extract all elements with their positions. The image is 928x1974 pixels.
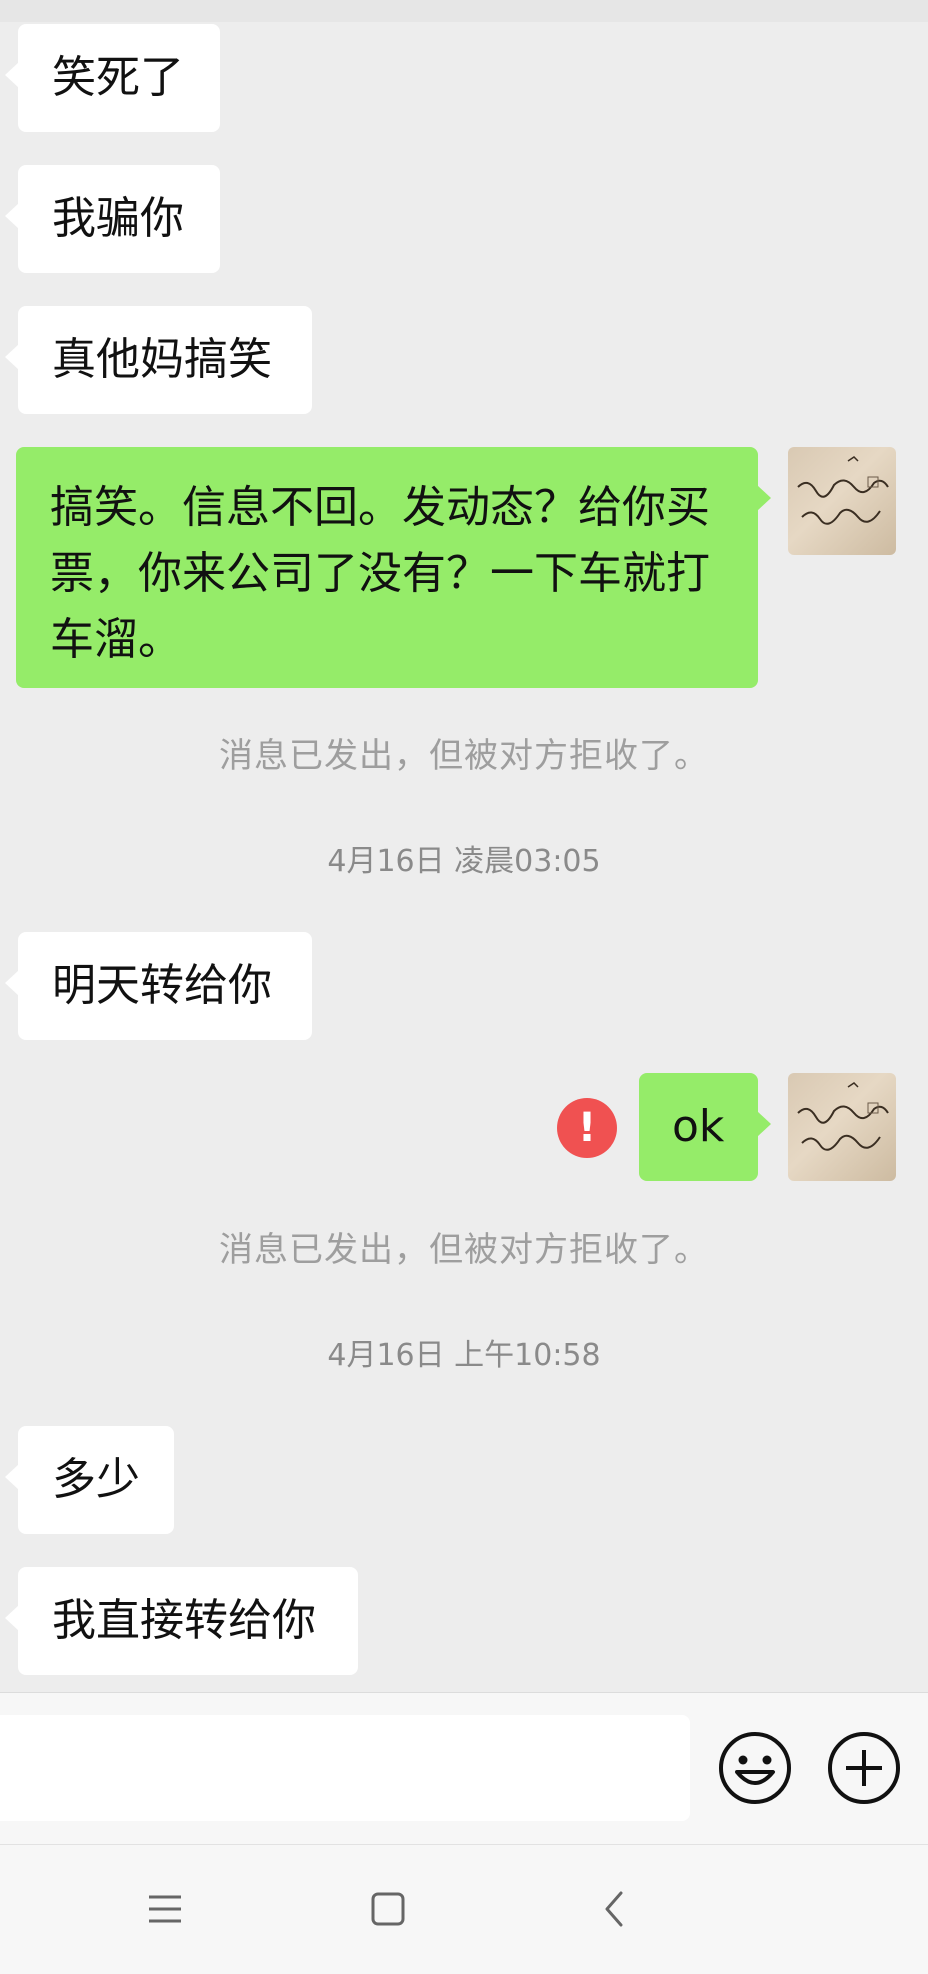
- message-bubble-incoming[interactable]: 我直接转给你: [5, 1567, 358, 1675]
- smiley-icon[interactable]: [717, 1730, 793, 1806]
- message-bubble-incoming[interactable]: 多少: [5, 1426, 174, 1534]
- message-bubble-outgoing[interactable]: 搞笑。信息不回。发动态？给你买票，你来公司了没有？一下车就打车溜。: [16, 447, 771, 688]
- my-avatar[interactable]: [788, 447, 896, 555]
- back-chevron-icon[interactable]: [585, 1879, 645, 1939]
- message-list[interactable]: 笑死了 我骗你 真他妈搞笑 搞笑。信息不回。发动态？给你买票，你来公司了没有？一…: [0, 0, 928, 1692]
- system-nav-bar: [0, 1844, 928, 1974]
- chat-screen: 笑死了 我骗你 真他妈搞笑 搞笑。信息不回。发动态？给你买票，你来公司了没有？一…: [0, 0, 928, 1974]
- rejected-notice: 消息已发出，但被对方拒收了。: [219, 736, 709, 776]
- plus-circle-icon[interactable]: [826, 1730, 902, 1806]
- top-edge: [0, 0, 928, 22]
- message-bubble-incoming[interactable]: 真他妈搞笑: [5, 306, 312, 414]
- timestamp: 4月16日 上午10:58: [327, 1338, 601, 1373]
- send-failed-icon[interactable]: !: [557, 1098, 617, 1158]
- message-bubble-incoming[interactable]: 我骗你: [5, 165, 220, 273]
- rejected-notice: 消息已发出，但被对方拒收了。: [219, 1230, 709, 1270]
- message-bubble-outgoing[interactable]: ok: [639, 1073, 771, 1181]
- my-avatar[interactable]: [788, 1073, 896, 1181]
- message-bubble-incoming[interactable]: 笑死了: [5, 24, 220, 132]
- timestamp: 4月16日 凌晨03:05: [327, 844, 601, 879]
- message-input[interactable]: [0, 1715, 690, 1821]
- avatar-handwriting-image: [797, 1082, 889, 1151]
- message-bubble-incoming[interactable]: 明天转给你: [5, 932, 312, 1040]
- home-square-icon[interactable]: [358, 1879, 418, 1939]
- avatar-handwriting-image: [797, 456, 889, 525]
- menu-icon[interactable]: [135, 1879, 195, 1939]
- input-bar: [0, 1692, 928, 1844]
